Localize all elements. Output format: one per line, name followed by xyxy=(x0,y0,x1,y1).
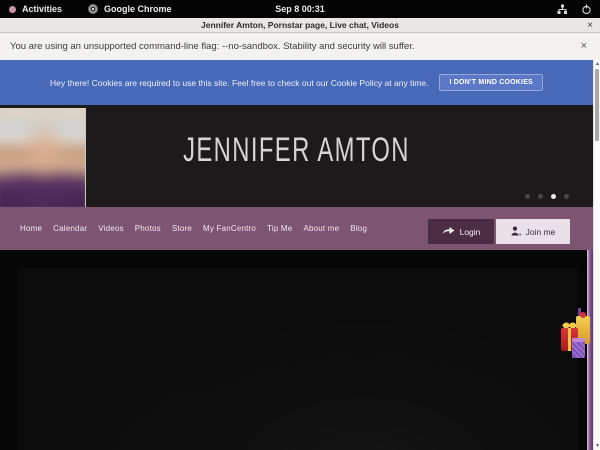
nav-item-photos[interactable]: Photos xyxy=(135,224,161,233)
scrollbar[interactable]: ▲ ▼ xyxy=(593,60,600,450)
login-label: Login xyxy=(460,227,481,237)
join-person-icon xyxy=(511,226,521,238)
nav-item-store[interactable]: Store xyxy=(172,224,192,233)
nav-item-calendar[interactable]: Calendar xyxy=(53,224,87,233)
window-title: Jennifer Amton, Pornstar page, Live chat… xyxy=(201,20,399,30)
cookie-consent-bar: Hey there! Cookies are required to use t… xyxy=(0,60,593,105)
scrollbar-down-icon[interactable]: ▼ xyxy=(594,442,600,450)
join-button[interactable]: Join me xyxy=(496,219,570,244)
nav-item-myfancentro[interactable]: My FanCentro xyxy=(203,224,256,233)
nav-items: Home Calendar Videos Photos Store My Fan… xyxy=(20,207,367,250)
nav-item-blog[interactable]: Blog xyxy=(350,224,367,233)
nav-item-aboutme[interactable]: About me xyxy=(303,224,339,233)
hero-photo xyxy=(0,108,86,207)
hero-photo-image xyxy=(0,108,86,207)
main-nav: Home Calendar Videos Photos Store My Fan… xyxy=(0,207,593,250)
carousel-dots xyxy=(525,194,569,199)
carousel-dot-3-active[interactable] xyxy=(551,194,556,199)
window-title-bar: Jennifer Amton, Pornstar page, Live chat… xyxy=(0,18,600,33)
page-title: JENNIFER AMTON xyxy=(89,131,504,170)
chrome-infobar: You are using an unsupported command-lin… xyxy=(0,33,600,60)
infobar-message: You are using an unsupported command-lin… xyxy=(10,41,415,52)
network-icon[interactable] xyxy=(557,4,568,15)
window-close-icon[interactable]: × xyxy=(587,18,593,33)
clock[interactable]: Sep 8 00:31 xyxy=(0,4,600,14)
nav-item-home[interactable]: Home xyxy=(20,224,42,233)
cookie-accept-button[interactable]: I DON'T MIND COOKIES xyxy=(439,74,542,91)
gift-purple-icon xyxy=(572,340,585,358)
join-label: Join me xyxy=(526,227,556,237)
scrollbar-thumb[interactable] xyxy=(595,69,599,141)
page-content xyxy=(0,250,593,450)
carousel-dot-1[interactable] xyxy=(525,194,530,199)
nav-item-tipme[interactable]: Tip Me xyxy=(267,224,292,233)
nav-item-videos[interactable]: Videos xyxy=(98,224,124,233)
site-header: JENNIFER AMTON xyxy=(0,105,593,207)
gifts-icon[interactable] xyxy=(559,308,591,362)
scrollbar-up-icon[interactable]: ▲ xyxy=(594,60,600,68)
login-arrow-icon xyxy=(442,226,455,237)
login-button[interactable]: Login xyxy=(428,219,494,244)
infobar-close-icon[interactable]: × xyxy=(581,33,587,60)
video-player-area[interactable] xyxy=(18,268,578,450)
screen: Activities Google Chrome Sep 8 00:31 Jen… xyxy=(0,0,600,450)
power-icon[interactable] xyxy=(581,4,592,15)
carousel-dot-4[interactable] xyxy=(564,194,569,199)
cookie-message: Hey there! Cookies are required to use t… xyxy=(50,78,428,88)
carousel-dot-2[interactable] xyxy=(538,194,543,199)
system-top-bar: Activities Google Chrome Sep 8 00:31 xyxy=(0,0,600,18)
